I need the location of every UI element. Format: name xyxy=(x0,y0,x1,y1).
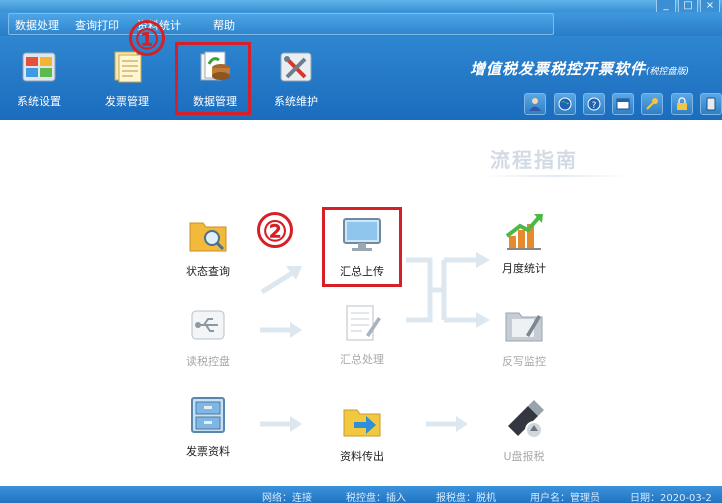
bar-chart-icon xyxy=(505,214,543,250)
node-write-back-label: 反写监控 xyxy=(502,355,546,368)
globe-icon xyxy=(558,97,572,111)
menu-query-print[interactable]: 查询打印 xyxy=(75,17,119,33)
title-strip xyxy=(0,0,722,12)
node-usb-report-label: U盘报税 xyxy=(503,450,545,463)
app-window: _ □ × 数据处理 查询打印 资料统计 帮助 系统设置 发票管理 数据管理 系… xyxy=(0,0,722,503)
phone-icon xyxy=(706,97,716,111)
status-date: 日期：2020-03-2 xyxy=(630,493,712,503)
phone-button[interactable] xyxy=(700,93,722,115)
usb-icon xyxy=(191,310,225,340)
menu-bar-frame: 数据处理 查询打印 资料统计 帮助 xyxy=(8,13,554,35)
settings-panel-icon xyxy=(22,52,56,82)
window-icon xyxy=(616,98,630,110)
node-monthly-stats[interactable]: 月度统计 xyxy=(479,212,569,282)
key-button[interactable] xyxy=(641,93,663,115)
node-invoice-data-label: 发票资料 xyxy=(186,445,230,458)
status-report-disk: 报税盘：脱机 xyxy=(436,493,496,503)
highlight-data-management xyxy=(175,42,251,115)
status-network: 网络：连接 xyxy=(262,493,312,503)
invoice-management-button[interactable]: 发票管理 xyxy=(94,48,160,110)
node-usb-report[interactable]: U盘报税 xyxy=(479,400,569,470)
cabinet-icon xyxy=(191,397,225,433)
node-summary-process-label: 汇总处理 xyxy=(340,353,384,366)
system-maintenance-label: 系统维护 xyxy=(274,95,318,108)
node-read-tax-disk-label: 读税控盘 xyxy=(186,355,230,368)
lock-icon xyxy=(677,97,687,110)
brand-sub: (税控盘版) xyxy=(646,67,690,77)
system-settings-label: 系统设置 xyxy=(17,95,61,108)
menu-bar: 数据处理 查询打印 资料统计 帮助 xyxy=(0,12,722,36)
folder-export-icon xyxy=(343,409,381,437)
status-bar: 网络：连接 税控盘：插入 报税盘：脱机 用户名：管理员 日期：2020-03-2 xyxy=(0,486,722,503)
node-summary-process[interactable]: 汇总处理 xyxy=(317,303,407,373)
menu-data-processing[interactable]: 数据处理 xyxy=(15,17,59,33)
node-read-tax-disk[interactable]: 读税控盘 xyxy=(163,305,253,375)
folder-search-icon xyxy=(189,222,227,252)
arrow-status-to-upload xyxy=(260,266,302,295)
svg-text:?: ? xyxy=(592,101,597,111)
arrow-data-to-export xyxy=(260,416,302,432)
globe-button[interactable] xyxy=(554,93,576,115)
system-maintenance-button[interactable]: 系统维护 xyxy=(263,48,329,110)
usb-drive-icon xyxy=(508,400,544,439)
help-button[interactable]: ? xyxy=(583,93,605,115)
menu-help[interactable]: 帮助 xyxy=(213,17,235,33)
system-settings-button[interactable]: 系统设置 xyxy=(6,48,72,110)
node-monthly-stats-label: 月度统计 xyxy=(502,262,546,275)
arrow-export-to-usb xyxy=(426,416,468,432)
node-status-query-label: 状态查询 xyxy=(186,265,230,278)
window-button[interactable] xyxy=(612,93,634,115)
guide-title: 流程指南 xyxy=(490,148,578,172)
node-data-export-label: 资料传出 xyxy=(340,450,384,463)
key-icon xyxy=(646,98,658,110)
user-icon xyxy=(529,98,541,111)
highlight-summary-upload xyxy=(322,207,402,287)
node-write-back[interactable]: 反写监控 xyxy=(479,305,569,375)
brand-main: 增值税发票税控开票软件 xyxy=(470,60,647,78)
help-icon: ? xyxy=(587,97,601,111)
document-edit-icon xyxy=(346,305,381,341)
status-user: 用户名：管理员 xyxy=(530,493,600,503)
arrow-disk-to-process xyxy=(260,322,302,338)
node-invoice-data[interactable]: 发票资料 xyxy=(163,395,253,465)
lock-button[interactable] xyxy=(671,93,693,115)
node-status-query[interactable]: 状态查询 xyxy=(163,215,253,285)
step-marker-2: ② xyxy=(257,212,293,248)
app-brand-title: 增值税发票税控开票软件(税控盘版) xyxy=(470,58,722,79)
tools-icon xyxy=(280,52,312,82)
folder-write-icon xyxy=(505,312,543,342)
guide-divider xyxy=(480,175,630,177)
invoice-management-label: 发票管理 xyxy=(105,95,149,108)
status-tax-disk: 税控盘：插入 xyxy=(346,493,406,503)
node-data-export[interactable]: 资料传出 xyxy=(317,400,407,470)
user-button[interactable] xyxy=(524,93,546,115)
step-marker-1: ① xyxy=(129,20,165,56)
